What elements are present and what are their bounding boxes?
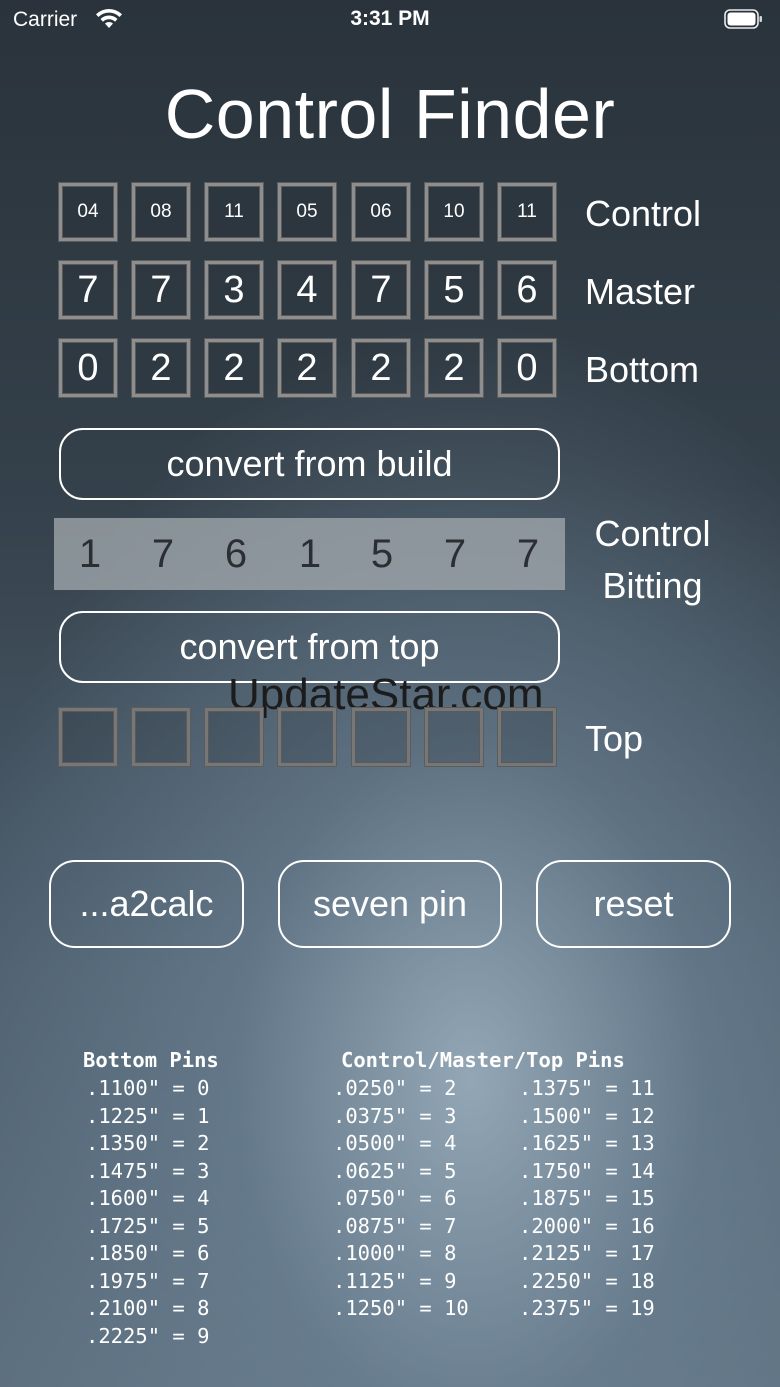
control-pin-field[interactable]: 11 bbox=[498, 183, 556, 241]
control-bitting-digit: 7 bbox=[151, 532, 175, 576]
bottom-pins-list: .1100" = 0 .1225" = 1 .1350" = 2 .1475" = 3… bbox=[86, 1075, 209, 1350]
pin-spec-entry: .2125" = 17 bbox=[519, 1241, 655, 1265]
bottom-pin-field[interactable]: 2 bbox=[205, 339, 263, 397]
pin-spec-entry: .0250" = 2 bbox=[333, 1076, 457, 1100]
control-bitting-label: Control Bitting bbox=[580, 508, 725, 612]
bottom-row-label: Bottom bbox=[585, 349, 700, 390]
pin-spec-entry: .1225" = 1 bbox=[86, 1103, 210, 1128]
pin-spec-entry: .1500" = 12 bbox=[519, 1103, 655, 1128]
bottom-pin-field[interactable]: 2 bbox=[352, 339, 410, 397]
battery-icon bbox=[724, 9, 762, 29]
pin-spec-entry: .0375" = 3 bbox=[333, 1103, 457, 1128]
pin-spec-entry: .0500" = 4 bbox=[333, 1131, 457, 1155]
cmt-pins-list-2: .1375" = 11 .1500" = 12 .1625" = 13 .1750" … bbox=[519, 1075, 655, 1323]
reset-button[interactable]: reset bbox=[536, 860, 731, 948]
control-pin-field[interactable]: 11 bbox=[205, 183, 263, 241]
master-pin-field[interactable]: 4 bbox=[278, 261, 336, 319]
pin-spec-entry: .1625" = 13 bbox=[519, 1131, 655, 1155]
bottom-pins-header: Bottom Pins bbox=[83, 1048, 219, 1072]
top-pin-field[interactable] bbox=[498, 708, 556, 766]
control-bitting-digit: 1 bbox=[78, 532, 102, 576]
pin-spec-entry: .1850" = 6 bbox=[86, 1241, 210, 1265]
bottom-pin-field[interactable]: 2 bbox=[132, 339, 190, 397]
pin-spec-entry: .1725" = 5 bbox=[86, 1213, 210, 1238]
pin-spec-entry: .1875" = 15 bbox=[519, 1186, 655, 1210]
control-bitting-label-line2: Bitting bbox=[602, 565, 703, 606]
bottom-pin-field[interactable]: 0 bbox=[498, 339, 556, 397]
pin-spec-entry: .2000" = 16 bbox=[519, 1213, 655, 1238]
pin-spec-entry: .2375" = 19 bbox=[519, 1296, 655, 1320]
cmt-pins-header: Control/Master/Top Pins bbox=[341, 1048, 625, 1072]
top-pin-field[interactable] bbox=[352, 708, 410, 766]
pin-spec-entry: .0750" = 6 bbox=[333, 1186, 457, 1210]
status-time: 3:31 PM bbox=[350, 7, 430, 30]
control-pin-field[interactable]: 05 bbox=[278, 183, 336, 241]
control-row-label: Control bbox=[585, 193, 702, 234]
control-bitting-digit: 6 bbox=[224, 532, 248, 576]
pin-spec-entry: .1125" = 9 bbox=[333, 1268, 457, 1293]
pin-spec-entry: .1600" = 4 bbox=[86, 1186, 210, 1210]
top-pin-field[interactable] bbox=[59, 708, 117, 766]
pin-spec-entry: .1350" = 2 bbox=[86, 1131, 210, 1155]
pin-spec-entry: .2225" = 9 bbox=[86, 1323, 210, 1348]
pin-spec-entry: .1475" = 3 bbox=[86, 1158, 210, 1183]
pin-spec-entry: .1250" = 10 bbox=[333, 1296, 469, 1320]
cmt-pins-list-1: .0250" = 2 .0375" = 3 .0500" = 4 .0625" = 5… bbox=[333, 1075, 469, 1323]
control-pin-field[interactable]: 04 bbox=[59, 183, 117, 241]
control-pin-field[interactable]: 10 bbox=[425, 183, 483, 241]
pin-spec-entry: .0625" = 5 bbox=[333, 1158, 457, 1183]
pin-spec-entry: .1975" = 7 bbox=[86, 1268, 210, 1293]
master-pin-field[interactable]: 7 bbox=[59, 261, 117, 319]
master-pin-field[interactable]: 3 bbox=[205, 261, 263, 319]
pin-spec-entry: .2250" = 18 bbox=[519, 1268, 655, 1293]
bottom-pin-field[interactable]: 0 bbox=[59, 339, 117, 397]
control-pin-field[interactable]: 08 bbox=[132, 183, 190, 241]
pin-spec-entry: .2100" = 8 bbox=[86, 1296, 210, 1320]
pin-spec-entry: .0875" = 7 bbox=[333, 1213, 457, 1238]
control-bitting-digit: 5 bbox=[370, 532, 394, 576]
pin-spec-entry: .1750" = 14 bbox=[519, 1158, 655, 1183]
bottom-pin-field[interactable]: 2 bbox=[425, 339, 483, 397]
master-pin-field[interactable]: 7 bbox=[352, 261, 410, 319]
control-bitting-digit: 7 bbox=[516, 532, 540, 576]
master-pin-field[interactable]: 6 bbox=[498, 261, 556, 319]
top-pin-field[interactable] bbox=[278, 708, 336, 766]
control-bitting-display: 1 7 6 1 5 7 7 bbox=[54, 518, 565, 590]
top-pin-field[interactable] bbox=[425, 708, 483, 766]
control-bitting-digit: 1 bbox=[298, 532, 322, 576]
top-pin-field[interactable] bbox=[132, 708, 190, 766]
a2calc-button[interactable]: ...a2calc bbox=[49, 860, 244, 948]
master-row-label: Master bbox=[585, 271, 696, 312]
top-pin-field[interactable] bbox=[205, 708, 263, 766]
control-bitting-label-line1: Control bbox=[594, 513, 711, 554]
pin-spec-entry: .1375" = 11 bbox=[519, 1076, 655, 1100]
control-bitting-digit: 7 bbox=[443, 532, 467, 576]
status-bar: Carrier 3:31 PM bbox=[0, 0, 780, 40]
master-pin-field[interactable]: 7 bbox=[132, 261, 190, 319]
master-pin-field[interactable]: 5 bbox=[425, 261, 483, 319]
convert-from-build-button[interactable]: convert from build bbox=[59, 428, 560, 500]
seven-pin-button[interactable]: seven pin bbox=[278, 860, 502, 948]
top-row-label: Top bbox=[585, 718, 644, 759]
page-title: Control Finder bbox=[164, 75, 616, 153]
pin-spec-entry: .1100" = 0 bbox=[86, 1076, 210, 1100]
bottom-pin-field[interactable]: 2 bbox=[278, 339, 336, 397]
pin-spec-entry: .1000" = 8 bbox=[333, 1241, 457, 1265]
control-pin-field[interactable]: 06 bbox=[352, 183, 410, 241]
